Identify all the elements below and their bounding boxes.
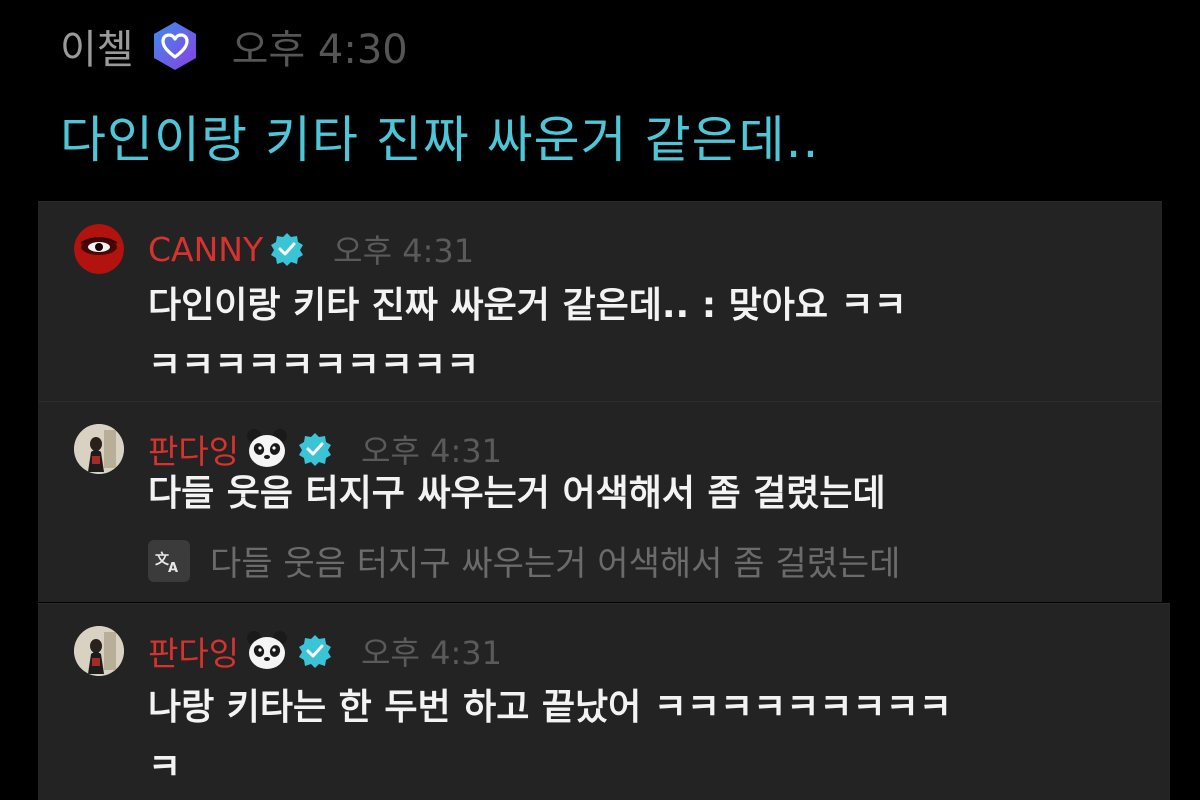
svg-text:A: A [168, 561, 178, 574]
reply-time: 오후 4:31 [333, 232, 475, 270]
chat-screen: 이첼 오후 4:30 다인이랑 키타 진짜 싸운거 같은데.. CANNY 오후… [0, 0, 1200, 800]
reply-text: 나랑 키타는 한 두번 하고 끝났어 ㅋㅋㅋㅋㅋㅋㅋㅋㅋ ㅋ [148, 678, 1148, 798]
reply-text-line: 나랑 키타는 한 두번 하고 끝났어 ㅋㅋㅋㅋㅋㅋㅋㅋㅋ [148, 687, 952, 728]
top-message: 이첼 오후 4:30 다인이랑 키타 진짜 싸운거 같은데.. [60, 14, 1160, 172]
reply-text: 다인이랑 키타 진짜 싸운거 같은데.. : 맞아요 ㅋㅋ ㅋㅋㅋㅋㅋㅋㅋㅋㅋㅋ [148, 276, 1148, 396]
top-message-header: 이첼 오후 4:30 [60, 14, 1160, 78]
canny-avatar[interactable] [74, 224, 124, 274]
top-message-time: 오후 4:30 [231, 27, 408, 73]
reply-author[interactable]: 판다잉 [148, 627, 239, 675]
translate-icon[interactable]: 文 A [148, 539, 190, 582]
reply-text-line: 다인이랑 키타 진짜 싸운거 같은데.. : 맞아요 ㅋㅋ [148, 285, 907, 326]
verified-badge-icon [269, 231, 305, 267]
top-message-text: 다인이랑 키타 진짜 싸운거 같은데.. [60, 111, 820, 169]
translation-text: 다들 웃음 터지구 싸우는거 어색해서 좀 걸렸는데 [210, 544, 901, 584]
pandaing-avatar[interactable] [74, 424, 124, 474]
pandaing-avatar[interactable] [74, 626, 124, 676]
reply-header: 판다잉 오후 4:31 [148, 626, 502, 676]
reply-item[interactable]: 판다잉 오후 4:31 [38, 603, 1170, 800]
translation-row[interactable]: 文 A 다들 웃음 터지구 싸우는거 어색해서 좀 걸렸는데 [148, 536, 900, 585]
reply-text: 다들 웃음 터지구 싸우는거 어색해서 좀 걸렸는데 [148, 464, 1148, 524]
reply-author[interactable]: CANNY [148, 230, 263, 269]
panda-face-emoji-icon [245, 629, 289, 673]
reply-time: 오후 4:31 [361, 634, 503, 672]
reply-header: CANNY 오후 4:31 [148, 224, 474, 274]
reply-text-line: ㅋㅋㅋㅋㅋㅋㅋㅋㅋㅋ [148, 345, 480, 386]
reply-item[interactable]: CANNY 오후 4:31 다인이랑 키타 진짜 싸운거 같은데.. : 맞아요… [38, 201, 1162, 402]
top-message-author[interactable]: 이첼 [60, 17, 134, 75]
reply-text-line: 다들 웃음 터지구 싸우는거 어색해서 좀 걸렸는데 [148, 473, 886, 514]
reply-item[interactable]: 판다잉 오후 4:31 [38, 401, 1162, 602]
reply-text-line: ㅋ [148, 747, 182, 788]
heart-hexagon-badge-icon [148, 19, 202, 73]
verified-badge-icon [297, 633, 333, 669]
verified-badge-icon [297, 431, 333, 467]
